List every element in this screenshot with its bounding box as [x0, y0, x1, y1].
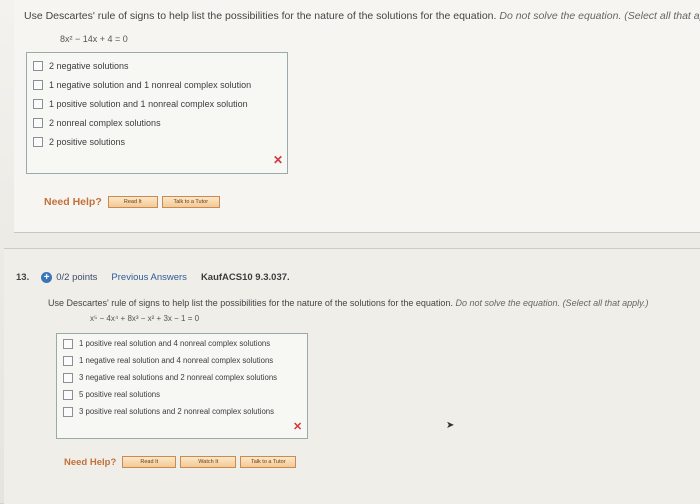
answer-option[interactable]: 5 positive real solutions	[63, 386, 160, 403]
equation: x⁵ − 4x⁴ + 8x³ − x² + 3x − 1 = 0	[90, 314, 200, 323]
checkbox[interactable]	[33, 61, 43, 71]
talk-to-tutor-button[interactable]: Talk to a Tutor	[161, 196, 220, 208]
answer-option[interactable]: 2 negative solutions	[33, 57, 129, 75]
option-label: 5 positive real solutions	[79, 390, 161, 399]
option-label: 1 negative real solution and 4 nonreal c…	[79, 356, 274, 365]
answer-option[interactable]: 2 positive solutions	[33, 133, 125, 151]
question-number: 13.	[16, 272, 30, 283]
option-label: 2 positive solutions	[49, 137, 126, 147]
answer-option[interactable]: 3 negative real solutions and 2 nonreal …	[63, 369, 277, 386]
option-label: 3 positive real solutions and 2 nonreal …	[79, 407, 275, 416]
prompt-text: Use Descartes' rule of signs to help lis…	[24, 10, 497, 22]
x-icon: ✕	[293, 421, 303, 433]
option-label: 2 negative solutions	[49, 61, 129, 71]
checkbox[interactable]	[63, 338, 73, 349]
option-label: 1 negative solution and 1 nonreal comple…	[49, 80, 252, 90]
answer-option[interactable]: 1 negative real solution and 4 nonreal c…	[63, 352, 273, 369]
plus-icon[interactable]: +	[41, 272, 53, 283]
option-label: 2 nonreal complex solutions	[49, 118, 161, 128]
option-label: 3 negative real solutions and 2 nonreal …	[79, 373, 278, 382]
answer-option[interactable]: 1 positive solution and 1 nonreal comple…	[33, 95, 248, 113]
prompt-note: Do not solve the equation.	[499, 10, 622, 22]
checkbox[interactable]	[33, 99, 43, 109]
answer-options: 1 positive real solution and 4 nonreal c…	[56, 333, 308, 439]
answer-option[interactable]: 1 positive real solution and 4 nonreal c…	[63, 335, 270, 352]
equation: 8x² − 14x + 4 = 0	[60, 34, 128, 44]
talk-to-tutor-button[interactable]: Talk to a Tutor	[240, 456, 297, 468]
x-icon: ✕	[273, 153, 284, 167]
mouse-cursor-icon: ➤	[446, 420, 455, 431]
need-help-label: Need Help?	[44, 196, 102, 208]
answer-options: 2 negative solutions 1 negative solution…	[26, 52, 288, 174]
question-prompt: Use Descartes' rule of signs to help lis…	[24, 10, 700, 22]
checkbox[interactable]	[33, 118, 43, 128]
answer-option[interactable]: 3 positive real solutions and 2 nonreal …	[63, 403, 274, 420]
option-label: 1 positive real solution and 4 nonreal c…	[79, 339, 271, 348]
question-13-header: 13. + 0/2 points Previous Answers KaufAC…	[16, 272, 290, 283]
checkbox[interactable]	[63, 355, 73, 366]
prompt-note: Do not solve the equation.	[455, 298, 561, 308]
points-label: 0/2 points	[56, 272, 98, 283]
question-12-panel: Use Descartes' rule of signs to help lis…	[14, 0, 700, 233]
checkbox[interactable]	[63, 406, 73, 417]
previous-answers-link[interactable]: Previous Answers	[111, 272, 187, 283]
need-help-label: Need Help?	[64, 456, 117, 468]
question-prompt: Use Descartes' rule of signs to help lis…	[48, 298, 648, 308]
prompt-text: Use Descartes' rule of signs to help lis…	[48, 298, 453, 308]
checkbox[interactable]	[33, 137, 43, 147]
answer-option[interactable]: 1 negative solution and 1 nonreal comple…	[33, 76, 251, 94]
answer-option[interactable]: 2 nonreal complex solutions	[33, 114, 161, 132]
select-hint: (Select all that apply.)	[624, 10, 700, 22]
watch-it-button[interactable]: Watch It	[180, 456, 237, 468]
read-it-button[interactable]: Read It	[107, 196, 158, 208]
checkbox[interactable]	[63, 389, 73, 400]
option-label: 1 positive solution and 1 nonreal comple…	[49, 99, 248, 109]
select-hint: (Select all that apply.)	[562, 298, 649, 308]
checkbox[interactable]	[33, 80, 43, 90]
read-it-button[interactable]: Read It	[122, 456, 177, 468]
need-help-bar: Need Help? Read It Watch It Talk to a Tu…	[64, 456, 300, 468]
need-help-bar: Need Help? Read It Talk to a Tutor	[44, 196, 224, 208]
homework-page: Use Descartes' rule of signs to help lis…	[0, 0, 700, 504]
checkbox[interactable]	[63, 372, 73, 383]
question-reference: KaufACS10 9.3.037.	[200, 272, 290, 283]
